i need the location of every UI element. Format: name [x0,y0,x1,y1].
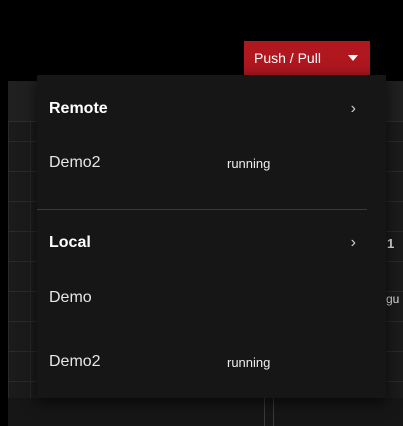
menu-item-local-demo[interactable]: Demo [37,278,386,318]
menu-section-remote[interactable]: Remote › [37,89,386,129]
background-divider [273,398,274,426]
menu-section-local[interactable]: Local › [37,223,386,263]
menu-item-label: Demo [49,289,92,306]
push-pull-button[interactable]: Push / Pull [244,41,370,75]
menu-item-remote-demo2[interactable]: Demo2 running [37,143,386,183]
background-text-peek: 1 [387,236,395,251]
status-text: running [227,354,271,370]
menu-item-label: Demo2 [49,154,101,171]
chevron-right-icon: › [350,234,356,251]
push-pull-label: Push / Pull [254,50,321,66]
section-header-label: Remote [49,100,108,117]
status-text: running [227,155,271,171]
push-pull-dropdown-menu: Remote › Demo2 running Local › Demo Demo… [37,75,386,398]
menu-item-label: Demo2 [49,353,101,370]
menu-item-local-demo2[interactable]: Demo2 running [37,342,386,382]
background-divider [264,398,265,426]
background-text-peek: gu [386,292,400,306]
menu-divider [37,209,367,210]
section-header-label: Local [49,234,91,251]
background-footer [8,398,403,426]
chevron-right-icon: › [350,100,356,117]
caret-down-icon [348,55,358,61]
